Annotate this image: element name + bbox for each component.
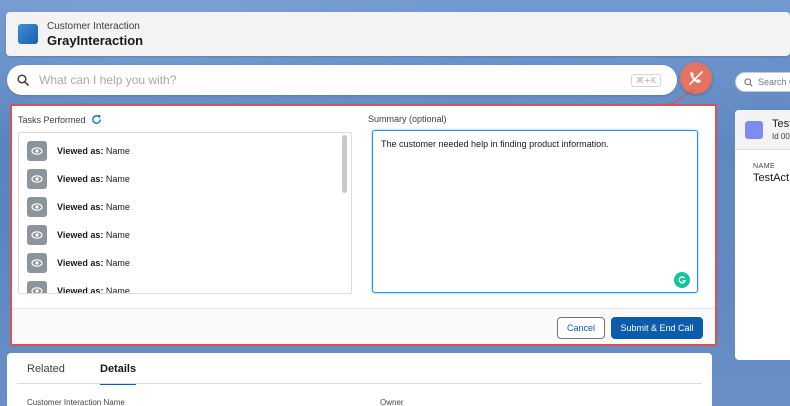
list-item: Viewed as: Name	[27, 253, 130, 273]
task-prefix: Viewed as:	[57, 258, 104, 268]
tab-related[interactable]: Related	[27, 363, 65, 383]
record-title: GrayInteraction	[47, 32, 144, 48]
search-input[interactable]	[39, 73, 632, 87]
customer-interaction-icon	[18, 24, 38, 44]
list-item: Viewed as: Name	[27, 141, 130, 161]
related-record-card: Test Id 00 NAME TestAct	[735, 110, 790, 360]
field-label-owner: Owner	[380, 398, 404, 406]
record-type-label: Customer Interaction	[47, 20, 140, 32]
task-value: Name	[105, 230, 130, 240]
keyboard-shortcut-hint: ⌘+K	[631, 73, 661, 87]
eye-icon[interactable]	[27, 225, 47, 245]
header-text: Customer Interaction GrayInteraction	[47, 21, 143, 48]
search-icon	[744, 77, 753, 87]
task-value: Name	[105, 174, 130, 184]
record-header: Customer Interaction GrayInteraction	[6, 12, 790, 56]
global-search-bar[interactable]: ⌘+K	[7, 65, 677, 95]
list-item: Viewed as: Name	[27, 225, 130, 245]
eye-icon[interactable]	[27, 197, 47, 217]
tab-details[interactable]: Details	[100, 363, 137, 385]
submit-end-call-button[interactable]: Submit & End Call	[611, 317, 703, 339]
refresh-icon[interactable]	[91, 114, 102, 125]
grammarly-icon[interactable]	[674, 272, 690, 288]
right-panel-search[interactable]: Search C	[735, 72, 790, 92]
tasks-performed-label: Tasks Performed	[18, 114, 86, 125]
cancel-button[interactable]: Cancel	[557, 317, 605, 339]
task-prefix: Viewed as:	[57, 174, 104, 184]
right-search-placeholder: Search C	[758, 77, 790, 87]
summary-textarea[interactable]: The customer needed help in finding prod…	[372, 130, 698, 293]
building-icon	[745, 121, 763, 139]
task-value: Name	[105, 258, 130, 268]
task-prefix: Viewed as:	[57, 202, 104, 212]
name-field-label: NAME	[753, 163, 776, 170]
record-tabs-card: Related Details Customer Interaction Nam…	[7, 353, 712, 406]
end-call-modal: Tasks Performed Viewed as: Name Viewed a…	[10, 104, 717, 346]
eye-icon[interactable]	[27, 253, 47, 273]
field-label-name: Customer Interaction Name	[27, 398, 125, 406]
eye-icon[interactable]	[27, 169, 47, 189]
task-value: Name	[105, 202, 130, 212]
list-item: Viewed as: Name	[27, 169, 130, 189]
eye-icon[interactable]	[27, 281, 47, 293]
search-icon	[17, 74, 29, 86]
scrollbar[interactable]	[342, 135, 347, 193]
tasks-header: Tasks Performed	[18, 114, 352, 125]
task-value: Name	[105, 146, 130, 156]
related-record-id: Id 00	[772, 132, 790, 141]
tasks-list[interactable]: Viewed as: Name Viewed as: Name Viewed a…	[18, 132, 352, 294]
tabs-divider	[17, 383, 702, 384]
related-record-header: Test Id 00	[735, 110, 790, 150]
modal-footer: Cancel Submit & End Call	[12, 308, 715, 344]
name-field-value: TestAct	[753, 172, 790, 184]
phone-hangup-icon	[689, 71, 703, 85]
task-prefix: Viewed as:	[57, 286, 104, 294]
summary-header: Summary (optional)	[368, 114, 698, 124]
list-item: Viewed as: Name	[27, 281, 130, 294]
list-item: Viewed as: Name	[27, 197, 130, 217]
eye-icon[interactable]	[27, 141, 47, 161]
task-value: Name	[105, 286, 130, 294]
related-record-title[interactable]: Test	[772, 118, 790, 130]
task-prefix: Viewed as:	[57, 146, 104, 156]
summary-label: Summary (optional)	[368, 114, 447, 124]
task-prefix: Viewed as:	[57, 230, 104, 240]
